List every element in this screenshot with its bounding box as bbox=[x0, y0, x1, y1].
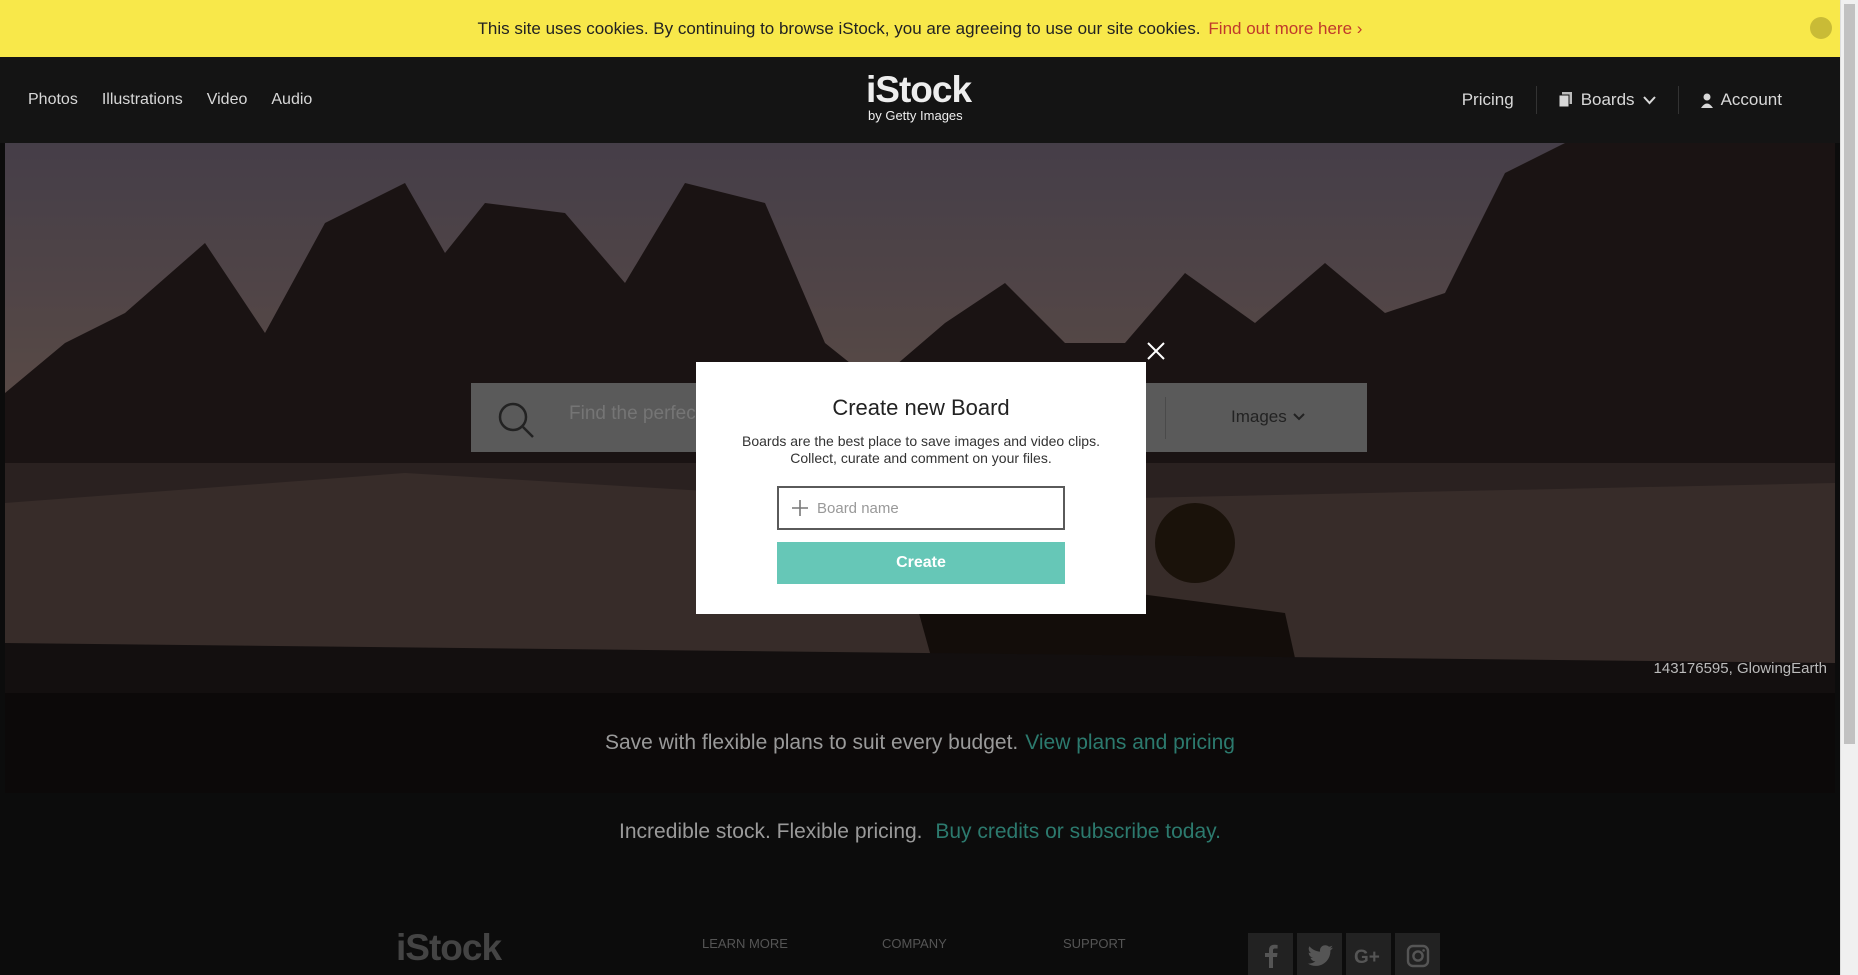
board-name-input[interactable] bbox=[817, 499, 1037, 517]
board-name-field[interactable] bbox=[777, 486, 1065, 530]
close-icon[interactable] bbox=[1146, 341, 1166, 361]
create-board-button[interactable]: Create bbox=[777, 542, 1065, 584]
create-board-modal: Create new Board Boards are the best pla… bbox=[696, 362, 1146, 614]
modal-description: Boards are the best place to save images… bbox=[742, 433, 1100, 466]
scrollbar-thumb[interactable] bbox=[1844, 4, 1855, 744]
modal-title: Create new Board bbox=[832, 395, 1010, 420]
vertical-scrollbar[interactable] bbox=[1840, 0, 1858, 975]
plus-icon bbox=[792, 500, 808, 516]
page: This site uses cookies. By continuing to… bbox=[0, 0, 1840, 975]
